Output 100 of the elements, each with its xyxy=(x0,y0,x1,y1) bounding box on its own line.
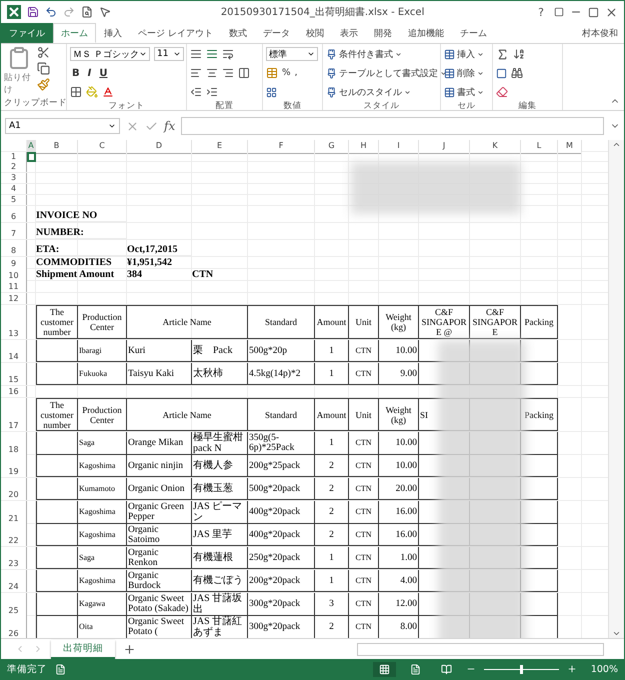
cells-button[interactable]: 削除 xyxy=(444,66,484,80)
save-icon[interactable] xyxy=(27,6,39,18)
copy-icon[interactable] xyxy=(37,62,50,75)
cell-text: ¥1,951,542 xyxy=(127,257,192,269)
sort-icon[interactable] xyxy=(513,48,525,60)
row-number[interactable]: 18 xyxy=(1,432,27,455)
app-icon[interactable] xyxy=(7,5,21,19)
indent-increase-icon[interactable] xyxy=(206,86,218,98)
row-number[interactable]: 1 xyxy=(1,152,27,162)
bold-button[interactable]: B xyxy=(70,68,82,78)
table-cell: Organic Burdock xyxy=(127,570,192,592)
cells-button[interactable]: 書式 xyxy=(444,86,484,98)
underline-button[interactable]: U xyxy=(97,68,110,78)
number-format-field[interactable]: 標準 xyxy=(266,47,318,61)
header-cell: Weight (kg) xyxy=(379,398,419,431)
styles-button[interactable]: テーブルとして書式設定 xyxy=(326,66,447,80)
grid-icon xyxy=(378,664,390,674)
table-cell: CTN xyxy=(349,340,379,362)
font-size-field[interactable]: 11 xyxy=(154,47,184,61)
print-preview-icon[interactable] xyxy=(81,6,93,18)
row-number[interactable]: 9 xyxy=(1,257,27,269)
column-header[interactable]: I xyxy=(379,140,419,154)
undo-icon[interactable] xyxy=(45,6,57,18)
row-number[interactable]: 10 xyxy=(1,269,27,281)
format-painter-icon[interactable] xyxy=(37,78,50,91)
table-cell: Orange Mikan xyxy=(127,432,192,455)
merge-icon[interactable] xyxy=(238,67,250,79)
row-number[interactable]: 21 xyxy=(1,501,27,524)
align-center-icon[interactable] xyxy=(206,67,218,79)
sum-icon[interactable] xyxy=(496,48,509,60)
eraser-icon[interactable] xyxy=(496,86,508,98)
column-header[interactable]: K xyxy=(470,140,521,154)
styles-button[interactable]: 条件付き書式 xyxy=(326,48,402,60)
font-color-icon[interactable] xyxy=(102,86,114,98)
column-header[interactable]: E xyxy=(192,140,248,154)
italic-button[interactable]: I xyxy=(86,68,94,78)
cell-text: COMMODITIES xyxy=(36,257,127,269)
find-icon[interactable] xyxy=(511,67,523,79)
zoom-in-icon[interactable] xyxy=(566,664,577,674)
wrap-text-icon[interactable] xyxy=(222,48,234,60)
table-cell: 1 xyxy=(315,570,349,592)
group-label: 配置 xyxy=(214,100,234,112)
column-header[interactable]: C xyxy=(78,140,127,154)
formula-field[interactable] xyxy=(181,117,604,135)
scroll-up-icon[interactable] xyxy=(612,140,621,149)
column-header[interactable]: D xyxy=(127,140,192,154)
insert-function-button[interactable]: fx xyxy=(164,119,176,133)
table-cell: 有機蓮根 xyxy=(192,547,248,569)
percent-button[interactable]: % xyxy=(282,68,291,78)
table-cell: CTN xyxy=(349,524,379,546)
table-cell: 有機ごぼう xyxy=(192,570,248,592)
window-title: 20150930171504_出荷明細書.xlsx - Excel xyxy=(220,6,426,19)
cells-button[interactable]: 挿入 xyxy=(444,48,484,60)
paste-button[interactable]: 貼り付け xyxy=(4,46,34,97)
table-cell: 2 xyxy=(315,455,349,477)
column-header[interactable]: B xyxy=(36,140,78,154)
align-right-icon[interactable] xyxy=(222,67,234,79)
name-box[interactable]: A1 xyxy=(5,118,120,134)
help-button[interactable]: ? xyxy=(534,6,548,18)
align-middle-icon[interactable] xyxy=(206,48,218,60)
column-header[interactable]: M xyxy=(558,140,582,154)
user-name[interactable]: 村本俊和 xyxy=(582,26,618,40)
sheet-tab[interactable]: 出荷明細 xyxy=(51,640,115,658)
cut-icon[interactable] xyxy=(37,46,50,59)
table-cell: 10.00 xyxy=(379,340,419,362)
align-top-icon[interactable] xyxy=(190,48,202,60)
indent-decrease-icon[interactable] xyxy=(190,86,202,98)
table-cell: 1 xyxy=(315,547,349,569)
table-cell: Organic ninjin xyxy=(127,455,192,477)
ribbon-tab[interactable]: ホーム xyxy=(53,23,96,43)
table-cell: 4.00 xyxy=(379,570,419,592)
font-name-field[interactable]: ＭＳ Ｐゴシック xyxy=(70,47,150,61)
view-button[interactable] xyxy=(372,662,396,676)
maximize-icon[interactable] xyxy=(588,6,599,18)
pointer-icon[interactable] xyxy=(99,6,111,18)
header-cell: The customer number xyxy=(36,305,78,339)
align-left-icon[interactable] xyxy=(190,67,202,79)
column-header[interactable]: H xyxy=(349,140,379,154)
horizontal-scrollbar[interactable] xyxy=(357,642,604,656)
fill-color-icon[interactable] xyxy=(86,86,98,98)
caret-icon xyxy=(395,50,402,58)
table-cell: 20.00 xyxy=(379,478,419,500)
column-header[interactable]: F xyxy=(248,140,315,154)
column-header[interactable]: J xyxy=(419,140,470,154)
ribbon-tab[interactable]: ファイル xyxy=(1,23,53,43)
column-header[interactable]: L xyxy=(521,140,558,154)
table-cell: Organic Sweet Potato ( xyxy=(127,616,192,638)
macro-icon[interactable] xyxy=(55,664,66,674)
add-sheet-icon[interactable] xyxy=(123,642,136,656)
border-icon[interactable] xyxy=(70,86,82,98)
column-header[interactable]: G xyxy=(315,140,349,154)
table-cell: 16.00 xyxy=(379,524,419,546)
scroll-down-icon[interactable] xyxy=(612,629,621,638)
close-icon[interactable] xyxy=(605,6,618,18)
zoom-thumb[interactable] xyxy=(520,664,524,674)
row-number[interactable]: 25 xyxy=(1,593,27,616)
cell-text: NUMBER: xyxy=(36,223,127,239)
styles-button[interactable]: セルのスタイル xyxy=(326,86,411,98)
group-label: セル xyxy=(456,100,476,112)
comma-button[interactable]: , xyxy=(294,68,298,78)
